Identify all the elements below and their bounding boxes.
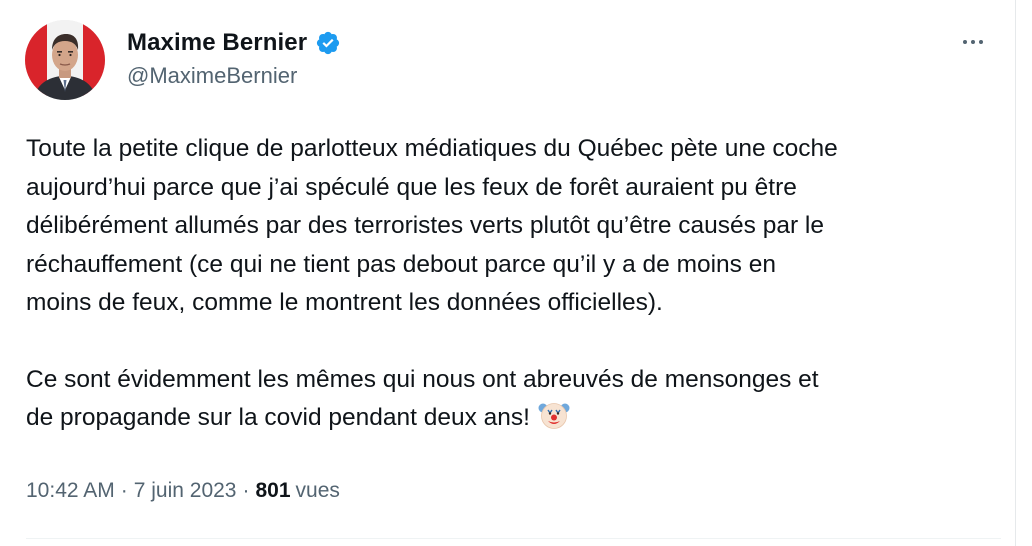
meta-separator: · (120, 479, 128, 502)
tweet-line: réchauffement (ce qui ne tient pas debou… (26, 250, 776, 278)
tweet-paragraph: Toute la petite clique de parlotteux méd… (26, 130, 1001, 323)
profile-photo-icon (25, 20, 105, 100)
clown-face-icon (538, 399, 570, 431)
tweet-line: moins de feux, comme le montrent les don… (26, 289, 663, 316)
tweet-line: délibérément allumés par des terroristes… (26, 212, 824, 239)
tweet-line: aujourd’hui parce que j’ai spéculé que l… (26, 173, 797, 201)
author-handle[interactable]: @MaximeBernier (127, 63, 297, 89)
tweet-paragraph: Ce sont évidemment les mêmes qui nous on… (26, 361, 1001, 438)
dot (979, 40, 983, 44)
more-options-icon[interactable] (955, 30, 991, 54)
tweet-line: Ce sont évidemment les mêmes qui nous on… (26, 365, 819, 393)
tweet-meta: 10:42 AM · 7 juin 2023 · 801 vues (26, 479, 340, 503)
views-count[interactable]: 801 (256, 479, 291, 503)
tweet-card: Maxime Bernier @MaximeBernier Toute la p… (0, 0, 1016, 546)
dot (971, 40, 975, 44)
dot (963, 40, 967, 44)
tweet-text: Toute la petite clique de parlotteux méd… (26, 130, 1001, 438)
views-label: vues (295, 479, 340, 502)
tweet-line: Toute la petite clique de parlotteux méd… (26, 135, 838, 162)
author-name-row: Maxime Bernier (127, 28, 341, 58)
meta-separator: · (242, 479, 250, 502)
avatar[interactable] (25, 20, 105, 100)
divider (26, 538, 1001, 539)
tweet-date[interactable]: 7 juin 2023 (134, 479, 237, 503)
tweet-line: de propagande sur la covid pendant deux … (26, 404, 530, 431)
author-display-name[interactable]: Maxime Bernier (127, 29, 307, 57)
verified-badge-icon[interactable] (315, 30, 341, 56)
tweet-line-with-emoji: de propagande sur la covid pendant deux … (26, 399, 1001, 438)
tweet-time[interactable]: 10:42 AM (26, 479, 115, 503)
